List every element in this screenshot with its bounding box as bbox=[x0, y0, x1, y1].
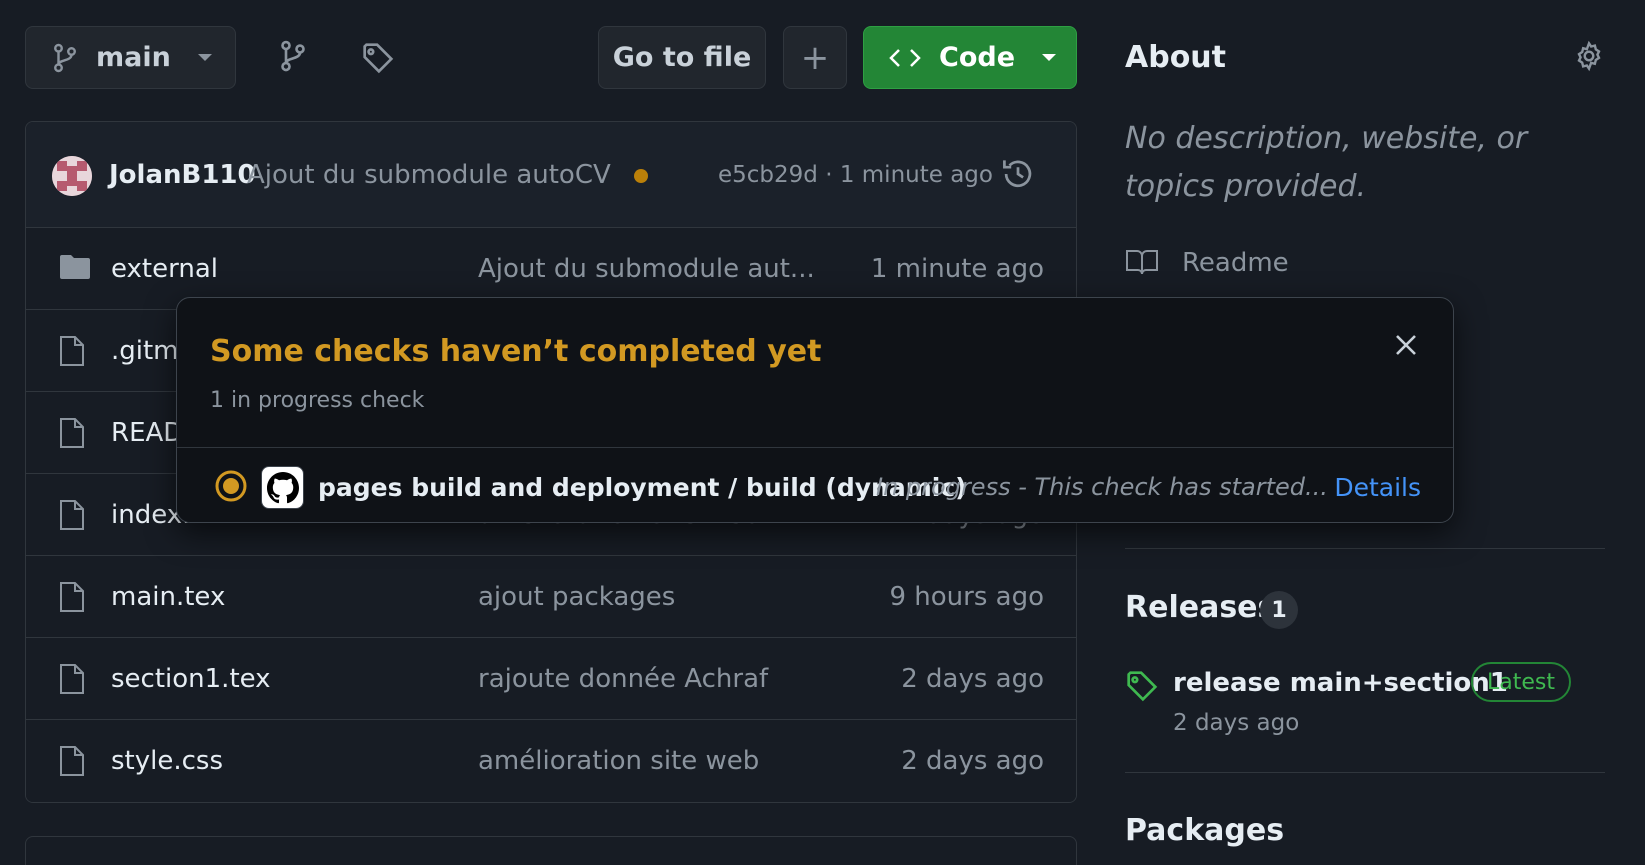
code-button[interactable]: Code bbox=[863, 26, 1077, 89]
history-icon[interactable] bbox=[1001, 157, 1035, 191]
file-icon bbox=[59, 663, 85, 695]
sidebar-divider bbox=[1125, 548, 1605, 549]
latest-badge: Latest bbox=[1471, 662, 1571, 702]
file-name[interactable]: external bbox=[111, 254, 218, 284]
in-progress-icon bbox=[214, 469, 248, 503]
github-logo-icon bbox=[261, 466, 304, 509]
git-branch-icon bbox=[52, 43, 78, 73]
popover-divider bbox=[177, 447, 1453, 448]
file-commit-message[interactable]: Ajout du submodule aut... bbox=[478, 254, 815, 284]
file-row[interactable]: section1.tex rajoute donnée Achraf 2 day… bbox=[26, 638, 1076, 720]
file-name[interactable]: section1.tex bbox=[111, 664, 271, 694]
add-file-button[interactable]: + bbox=[783, 26, 847, 89]
tag-icon bbox=[1126, 670, 1158, 702]
file-icon bbox=[59, 335, 85, 367]
chevron-down-icon bbox=[1041, 53, 1057, 63]
plus-icon: + bbox=[800, 37, 830, 78]
about-title: About bbox=[1125, 40, 1227, 75]
file-name[interactable]: READ bbox=[111, 418, 183, 448]
file-icon bbox=[59, 745, 85, 777]
file-time: 9 hours ago bbox=[889, 582, 1044, 612]
file-row[interactable]: style.css amélioration site web 2 days a… bbox=[26, 720, 1076, 802]
checks-popover: Some checks haven’t completed yet 1 in p… bbox=[176, 297, 1454, 523]
releases-count-badge: 1 bbox=[1260, 591, 1298, 629]
chevron-down-icon bbox=[197, 53, 213, 63]
go-to-file-button[interactable]: Go to file bbox=[598, 26, 766, 89]
releases-title[interactable]: Releases bbox=[1125, 590, 1275, 625]
tags-icon[interactable] bbox=[362, 42, 394, 74]
gear-icon[interactable] bbox=[1573, 40, 1605, 72]
file-name[interactable]: style.css bbox=[111, 746, 223, 776]
code-label: Code bbox=[939, 42, 1016, 73]
commit-author[interactable]: JolanB110 bbox=[109, 160, 256, 190]
commit-message[interactable]: Ajout du submodule autoCV bbox=[247, 160, 611, 190]
file-commit-message[interactable]: rajoute donnée Achraf bbox=[478, 664, 768, 694]
about-description: No description, website, or topics provi… bbox=[1125, 121, 1528, 204]
close-icon[interactable] bbox=[1394, 333, 1418, 357]
book-icon bbox=[1125, 248, 1159, 276]
file-time: 1 minute ago bbox=[870, 254, 1044, 284]
branches-icon[interactable] bbox=[279, 40, 307, 72]
code-icon bbox=[889, 47, 921, 69]
file-icon bbox=[59, 417, 85, 449]
file-row[interactable]: main.tex ajout packages 9 hours ago bbox=[26, 556, 1076, 638]
release-time: 2 days ago bbox=[1173, 710, 1300, 736]
file-name[interactable]: .gitm bbox=[111, 336, 179, 366]
popover-title: Some checks haven’t completed yet bbox=[210, 334, 822, 369]
file-name[interactable]: main.tex bbox=[111, 582, 225, 612]
packages-title[interactable]: Packages bbox=[1125, 813, 1284, 848]
folder-icon bbox=[59, 253, 91, 281]
branch-name: main bbox=[96, 42, 171, 73]
commit-status-dot[interactable] bbox=[634, 169, 648, 183]
check-status: In progress - This check has started... bbox=[876, 473, 1328, 501]
readme-box bbox=[25, 836, 1077, 865]
file-icon bbox=[59, 581, 85, 613]
check-name: pages build and deployment / build (dyna… bbox=[318, 473, 967, 502]
commit-meta[interactable]: e5cb29d · 1 minute ago bbox=[718, 162, 993, 188]
branch-selector-button[interactable]: main bbox=[25, 26, 236, 89]
popover-subtitle: 1 in progress check bbox=[210, 388, 425, 413]
file-time: 2 days ago bbox=[901, 664, 1044, 694]
file-commit-message[interactable]: amélioration site web bbox=[478, 746, 759, 776]
details-link[interactable]: Details bbox=[1334, 473, 1421, 502]
go-to-file-label: Go to file bbox=[612, 42, 752, 73]
file-time: 2 days ago bbox=[901, 746, 1044, 776]
file-commit-message[interactable]: ajout packages bbox=[478, 582, 675, 612]
readme-link[interactable]: Readme bbox=[1182, 248, 1289, 278]
release-name[interactable]: release main+section1 bbox=[1173, 668, 1508, 698]
latest-commit-bar: JolanB110 Ajout du submodule autoCV e5cb… bbox=[26, 122, 1076, 228]
file-icon bbox=[59, 499, 85, 531]
sidebar-divider bbox=[1125, 772, 1605, 773]
avatar[interactable] bbox=[52, 156, 92, 196]
